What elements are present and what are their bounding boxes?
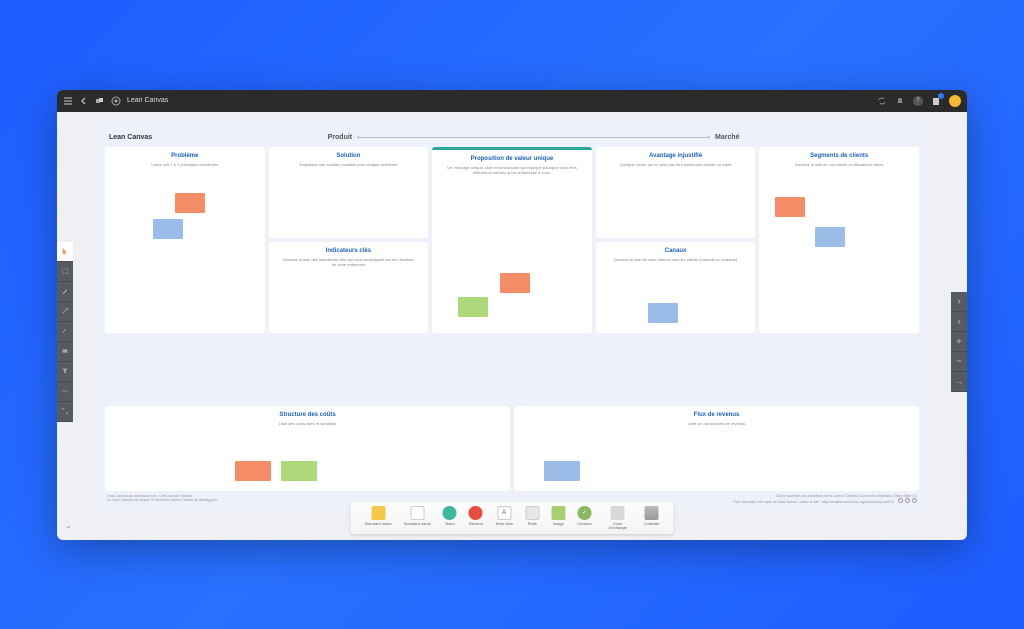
canvas-title: Lean Canvas — [109, 134, 152, 141]
card-probleme[interactable]: Problème Listez vos 1 à 3 principaux pro… — [105, 147, 265, 334]
main-area: › ‹ + − → Lean Canvas Produit Marché — [57, 112, 967, 540]
card-subtitle: Liste de vos sources de revenus — [520, 421, 913, 426]
card-subtitle: Dressez la liste de votre chemin vers le… — [602, 257, 750, 262]
card-title: Problème — [111, 153, 259, 159]
tool-connector[interactable] — [57, 322, 73, 342]
collapse-icon[interactable]: ⌄ — [65, 521, 72, 530]
layers-icon[interactable] — [95, 96, 105, 106]
zoom-in-icon[interactable]: + — [951, 332, 967, 352]
app-window: Lean Canvas ? › ‹ + − — [57, 90, 967, 540]
menu-icon[interactable] — [63, 96, 73, 106]
tool-text[interactable]: ATexte libre — [495, 506, 513, 530]
card-title: Structure des coûts — [111, 412, 504, 418]
sticky-note[interactable] — [458, 297, 488, 317]
tool-more[interactable] — [57, 382, 73, 402]
sticky-note[interactable] — [281, 461, 317, 481]
card-avantage[interactable]: Avantage injustifié Quelque chose qui ne… — [596, 147, 756, 238]
card-segments[interactable]: Segments de clients Dressez la liste de … — [759, 147, 919, 334]
sticky-note[interactable] — [544, 461, 580, 481]
tool-pointer[interactable] — [57, 242, 73, 262]
left-toolbar — [57, 242, 73, 422]
footer-line: Le Lean Canvas est adapté du Business Mo… — [107, 498, 218, 502]
card-subtitle: Quelque chose qui ne peut pas être facil… — [602, 162, 750, 167]
cc-icons — [898, 498, 917, 503]
card-subtitle: Dressez la liste des indicateurs clés qu… — [275, 257, 423, 267]
tool-pen[interactable] — [57, 282, 73, 302]
sticky-note[interactable] — [775, 197, 805, 217]
card-solution[interactable]: Solution Esquissez une solution possible… — [269, 147, 429, 238]
tool-trash[interactable]: Corbeille — [644, 506, 660, 530]
sticky-note[interactable] — [175, 193, 205, 213]
tool-team[interactable]: Team — [443, 506, 457, 530]
card-title: Canaux — [602, 248, 750, 254]
help-icon[interactable]: ? — [913, 96, 923, 106]
card-title: Segments de clients — [765, 153, 913, 159]
tool-filter[interactable] — [57, 362, 73, 382]
axis-left-label: Produit — [328, 134, 353, 141]
nav-right-icon[interactable]: › — [951, 292, 967, 312]
card-subtitle: Un message unique, clair et convaincant … — [438, 165, 586, 175]
canvas-area[interactable]: Lean Canvas Produit Marché Problème List… — [57, 112, 967, 540]
card-title: Flux de revenus — [520, 412, 913, 418]
sync-icon[interactable] — [877, 96, 887, 106]
tool-arrow[interactable] — [57, 302, 73, 322]
tool-standard-cards[interactable]: Standard cards — [404, 506, 431, 530]
card-canaux[interactable]: Canaux Dressez la liste de votre chemin … — [596, 242, 756, 333]
lean-canvas: Lean Canvas Produit Marché Problème List… — [97, 122, 927, 510]
axis-right-label: Marché — [715, 134, 740, 141]
card-title: Avantage injustifié — [602, 153, 750, 159]
card-proposition[interactable]: Proposition de valeur unique Un message … — [432, 147, 592, 334]
bell-icon[interactable] — [895, 96, 905, 106]
back-icon[interactable] — [79, 96, 89, 106]
tool-rolls[interactable]: Rolls — [525, 506, 539, 530]
right-toolbar: › ‹ + − → — [951, 292, 967, 392]
tool-image[interactable]: Image — [551, 506, 565, 530]
document-title: Lean Canvas — [127, 97, 168, 104]
nav-left-icon[interactable]: ‹ — [951, 312, 967, 332]
sticky-note[interactable] — [235, 461, 271, 481]
tool-expand[interactable] — [57, 402, 73, 422]
fit-icon[interactable]: → — [951, 372, 967, 392]
card-title: Solution — [275, 153, 423, 159]
card-subtitle: Dressez la liste de vos clients et utili… — [765, 162, 913, 167]
avatar[interactable] — [949, 95, 961, 107]
axis-line — [358, 137, 709, 138]
sticky-note[interactable] — [648, 303, 678, 323]
tool-select[interactable] — [57, 262, 73, 282]
sticky-note[interactable] — [153, 219, 183, 239]
tool-present[interactable] — [57, 342, 73, 362]
footer-line: Pour consulter une copie de cette licenc… — [733, 500, 894, 504]
topbar: Lean Canvas ? — [57, 90, 967, 112]
bottom-toolbar: Standard notes Standard cards Team Stick… — [351, 502, 674, 534]
sticky-note[interactable] — [500, 273, 530, 293]
workspace-icon[interactable] — [111, 96, 121, 106]
notification-icon[interactable] — [931, 96, 941, 106]
card-subtitle: Listez vos 1 à 3 principaux problèmes — [111, 162, 259, 167]
tool-choices[interactable]: ✓Choices — [577, 506, 591, 530]
card-subtitle: Esquissez une solution possible pour cha… — [275, 162, 423, 167]
tool-standard-notes[interactable]: Standard notes — [365, 506, 392, 530]
zoom-out-icon[interactable]: − — [951, 352, 967, 372]
sticky-note[interactable] — [815, 227, 845, 247]
card-subtitle: Liste des coûts fixes et variables — [111, 421, 504, 426]
card-indicateurs[interactable]: Indicateurs clés Dressez la liste des in… — [269, 242, 429, 333]
card-couts[interactable]: Structure des coûts Liste des coûts fixe… — [105, 406, 510, 491]
card-title: Indicateurs clés — [275, 248, 423, 254]
card-revenus[interactable]: Flux de revenus Liste de vos sources de … — [514, 406, 919, 491]
tool-exchange[interactable]: Zone d'échange — [604, 506, 632, 530]
tool-stickers[interactable]: Stickers — [469, 506, 483, 530]
card-title: Proposition de valeur unique — [438, 156, 586, 162]
